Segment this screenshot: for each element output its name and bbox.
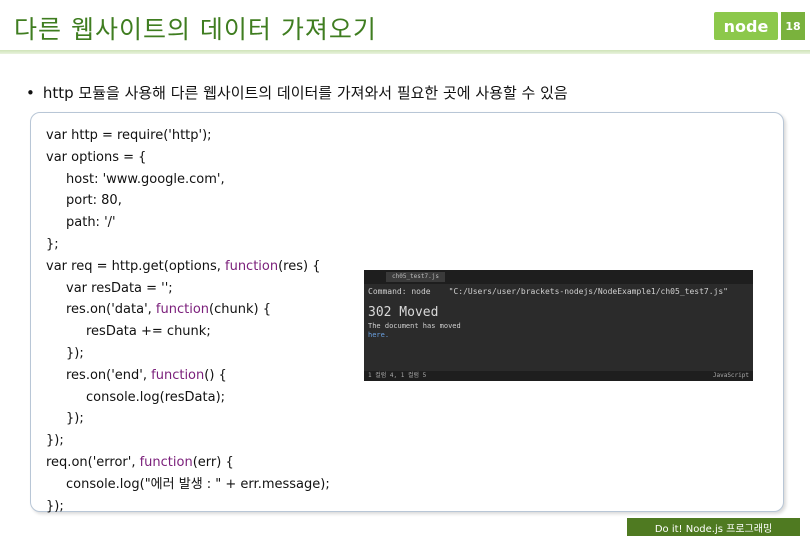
code-text: res.on('end', — [66, 367, 152, 383]
code-line: resData += chunk; — [86, 324, 211, 340]
console-message: The document has moved — [368, 322, 461, 330]
code-line: var resData = ''; — [66, 280, 173, 296]
console-tab-bar: ch05_test7.js — [364, 270, 753, 284]
title-divider — [0, 50, 810, 54]
bullet-label: http 모듈을 사용해 다른 웹사이트의 데이터를 가져와서 필요한 곳에 사… — [42, 84, 568, 102]
code-line: var options = { — [46, 149, 147, 165]
bullet-dot-icon: • — [26, 84, 35, 102]
page-number: 18 — [781, 12, 805, 40]
console-command: Command: node "C:/Users/user/brackets-nod… — [364, 284, 753, 299]
code-line: console.log("에러 발생 : " + err.message); — [66, 476, 330, 492]
code-text: (chunk) { — [209, 302, 271, 318]
code-text: var req = http.get(options, — [46, 258, 225, 274]
code-line: path: '/' — [66, 215, 116, 231]
code-line: }; — [46, 236, 59, 252]
bullet-text: • http 모듈을 사용해 다른 웹사이트의 데이터를 가져와서 필요한 곳에 … — [26, 82, 568, 103]
console-tab: ch05_test7.js — [386, 272, 445, 282]
code-text: (err) { — [192, 454, 234, 470]
code-keyword: function — [139, 454, 193, 470]
code-text: res.on('data', — [66, 302, 156, 318]
status-left: 1 컬럼 4, 1 컬럼 5 — [368, 372, 427, 379]
code-text: (res) { — [278, 258, 321, 274]
code-line: console.log(resData); — [86, 389, 226, 405]
code-text: () { — [204, 367, 227, 383]
code-text: req.on('error', — [46, 454, 140, 470]
code-line: res.on('data', function(chunk) { — [46, 299, 330, 321]
console-screenshot: ch05_test7.js Command: node "C:/Users/use… — [364, 270, 753, 381]
nodejs-logo: node — [714, 12, 778, 40]
code-line: }); — [46, 498, 64, 514]
code-keyword: function — [155, 302, 210, 318]
command-path: "C:/Users/user/brackets-nodejs/NodeExamp… — [448, 287, 728, 296]
code-line: }); — [66, 345, 84, 361]
footer-badge: Do it! Node.js 프로그래밍 — [627, 518, 800, 536]
code-line: }); — [46, 433, 64, 449]
slide-title: 다른 웹사이트의 데이터 가져오기 — [14, 15, 377, 44]
code-line: host: 'www.google.com', — [66, 171, 225, 187]
command-label: Command: node — [368, 287, 431, 296]
logo-text: node — [723, 16, 769, 36]
code-keyword: function — [151, 367, 205, 383]
code-line: port: 80, — [66, 193, 122, 209]
code-keyword: function — [225, 258, 279, 274]
code-listing: var http = require('http'); var options … — [46, 125, 330, 517]
console-status-heading: 302 Moved — [368, 305, 439, 320]
code-line: req.on('error', function(err) { — [46, 452, 330, 474]
code-line: var http = require('http'); — [46, 128, 212, 143]
status-right: JavaScript — [712, 372, 749, 379]
code-line: var req = http.get(options, function(res… — [46, 256, 330, 278]
code-line: }); — [66, 411, 84, 427]
console-link: here. — [368, 331, 390, 339]
console-status-bar: 1 컬럼 4, 1 컬럼 5 JavaScript — [364, 371, 753, 381]
code-line: res.on('end', function() { — [46, 365, 330, 387]
